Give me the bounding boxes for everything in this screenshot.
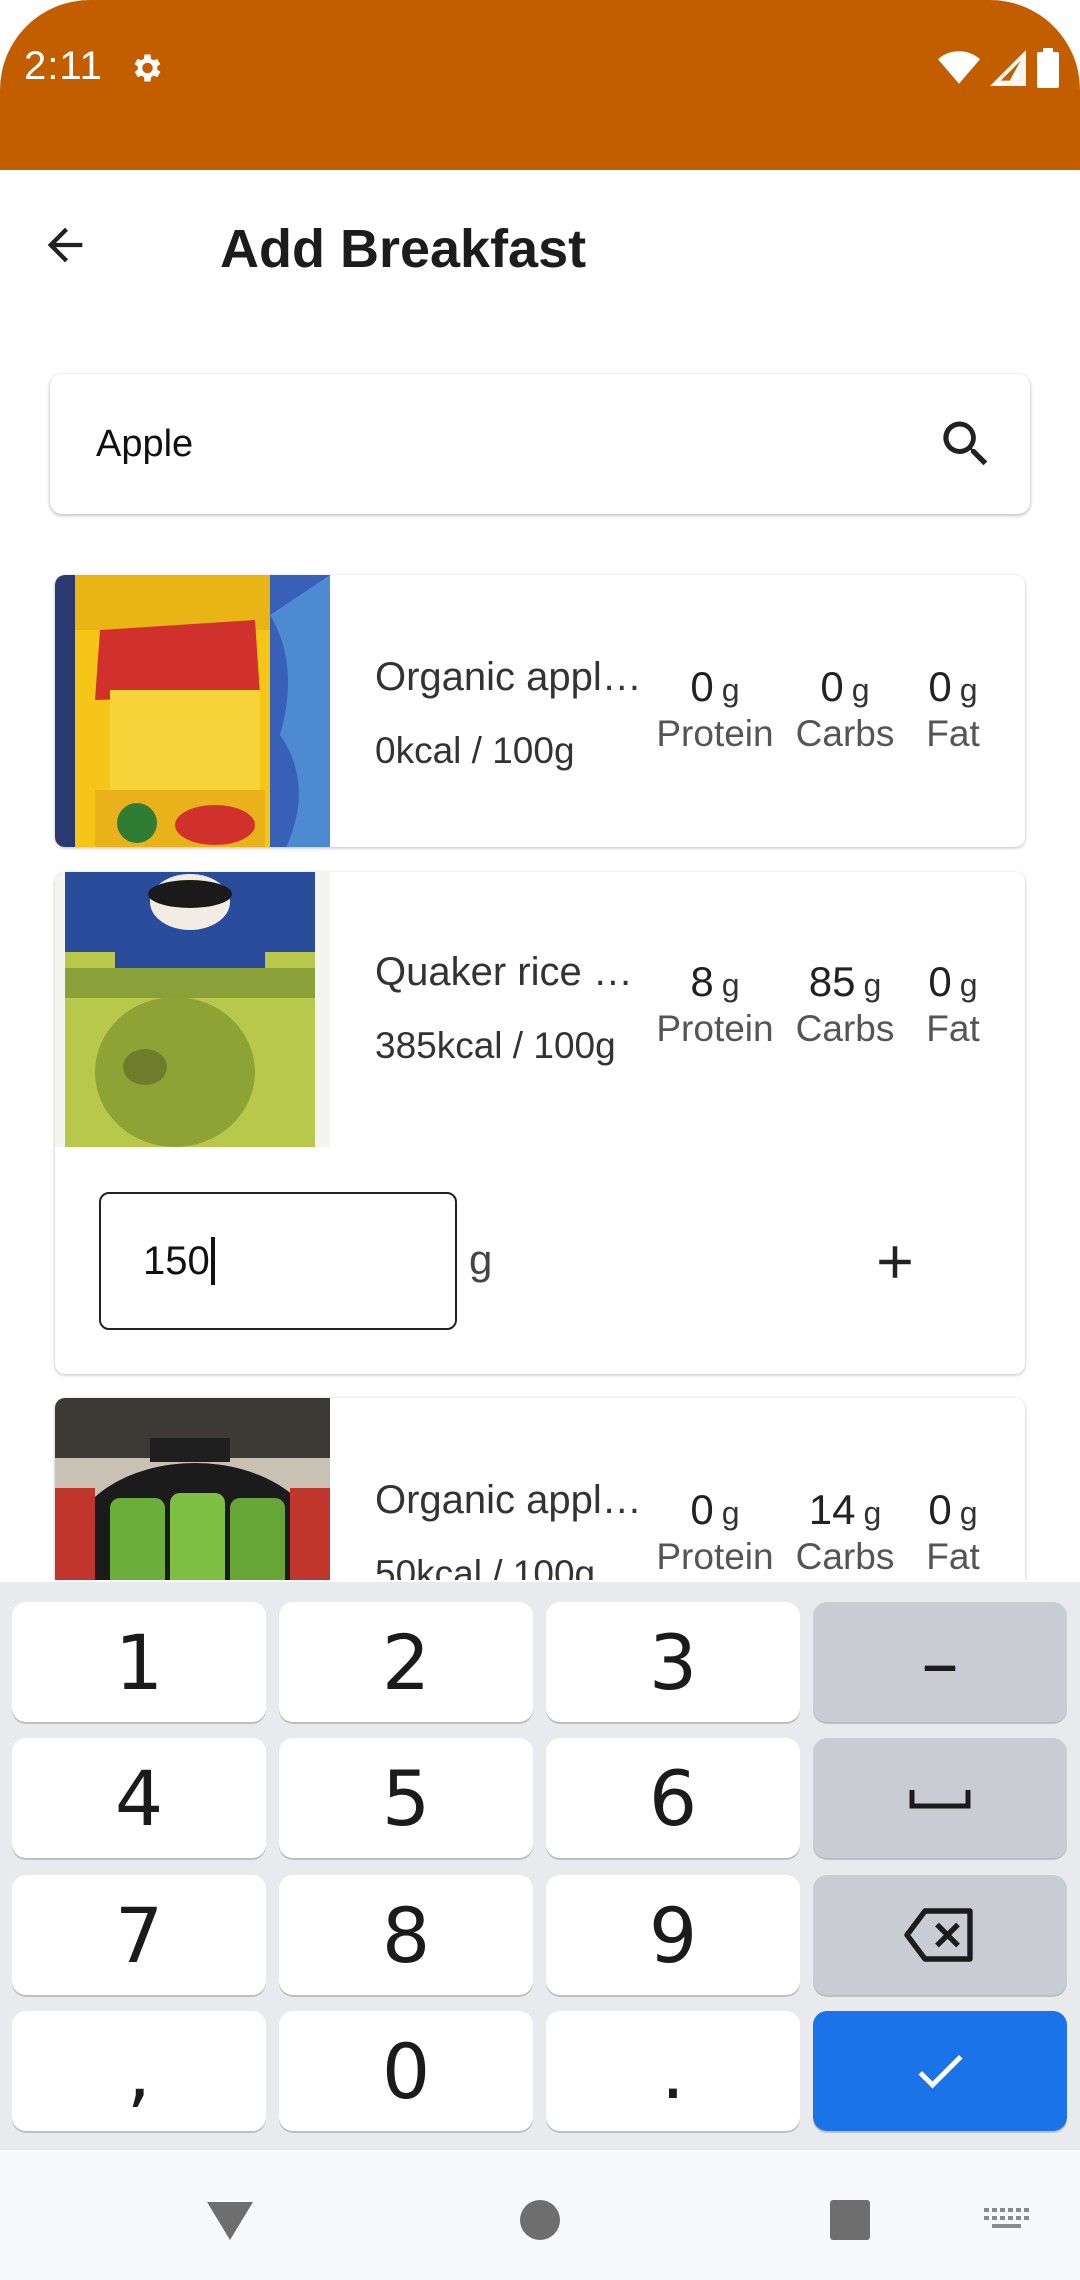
system-nav-bar: [0, 2150, 1080, 2280]
macro-label: Fat: [926, 713, 980, 754]
home-circle-icon: [520, 2200, 560, 2240]
key-7[interactable]: 7: [12, 1875, 266, 1995]
macro-protein: 8g Protein: [650, 958, 780, 1050]
macro-unit: g: [721, 967, 740, 1003]
product-kcal: 0kcal / 100g: [375, 730, 575, 771]
product-kcal: 50kcal / 100g: [375, 1553, 596, 1580]
macro-unit: g: [959, 967, 978, 1003]
search-icon[interactable]: [936, 414, 996, 474]
space-key[interactable]: [813, 1738, 1067, 1858]
done-key[interactable]: [813, 2011, 1067, 2131]
macro-carbs: 0g Carbs: [795, 663, 895, 755]
product-name: Quaker rice …: [375, 950, 633, 994]
macro-unit: g: [959, 1495, 978, 1531]
product-card-expanded[interactable]: Quaker rice … 385kcal / 100g 8g Protein …: [55, 872, 1025, 1374]
key-period[interactable]: .: [546, 2011, 800, 2131]
key-2[interactable]: 2: [279, 1602, 533, 1722]
product-name: Organic appl…: [375, 655, 642, 699]
quantity-unit: g: [469, 1236, 493, 1283]
macro-value: 0: [690, 663, 714, 710]
apple-cider-vinegar-photo: [55, 575, 330, 847]
macro-value: 8: [690, 958, 714, 1005]
applesauce-pouches-photo: [55, 1398, 330, 1580]
quantity-value: 150: [143, 1238, 210, 1283]
gear-icon: [134, 54, 161, 82]
key-9[interactable]: 9: [546, 1875, 800, 1995]
product-card[interactable]: Organic appl… 0kcal / 100g 0g Protein 0g…: [55, 575, 1025, 847]
nav-back-button[interactable]: [200, 2190, 260, 2250]
quantity-input[interactable]: 150: [99, 1192, 457, 1330]
nav-recents-button[interactable]: [820, 2190, 880, 2250]
key-5[interactable]: 5: [279, 1738, 533, 1858]
macro-value: 0: [928, 958, 952, 1005]
macro-label: Protein: [656, 1008, 774, 1049]
space-bar-icon: [909, 1790, 971, 1809]
macro-carbs: 14 g Carbs: [795, 1486, 895, 1578]
key-3[interactable]: 3: [546, 1602, 800, 1722]
keyboard-switch-icon: [984, 2208, 1029, 2228]
minus-key[interactable]: –: [813, 1602, 1067, 1722]
macro-unit: g: [863, 1495, 882, 1531]
macro-value: 85: [808, 958, 856, 1005]
back-triangle-icon: [207, 2202, 253, 2240]
macro-unit: g: [863, 967, 882, 1003]
macro-fat: 0g Fat: [913, 958, 993, 1050]
macro-unit: g: [721, 672, 740, 708]
macro-label: Protein: [656, 713, 774, 754]
macro-label: Carbs: [795, 1008, 895, 1049]
status-bar: 2:11: [0, 0, 1080, 170]
backspace-key[interactable]: [813, 1875, 1067, 1995]
macro-value: 14: [808, 1486, 856, 1533]
product-kcal: 385kcal / 100g: [375, 1025, 616, 1066]
macro-protein: 0g Protein: [650, 1486, 780, 1578]
macro-value: 0: [690, 1486, 714, 1533]
macro-label: Carbs: [795, 713, 895, 754]
battery-icon: [1037, 48, 1059, 88]
keyboard-switch-button[interactable]: [976, 2190, 1036, 2250]
signal-icon: [990, 50, 1026, 86]
macro-unit: g: [851, 672, 870, 708]
key-comma[interactable]: ,: [12, 2011, 266, 2131]
key-8[interactable]: 8: [279, 1875, 533, 1995]
macro-label: Fat: [926, 1536, 980, 1577]
product-list[interactable]: Organic appl… 0kcal / 100g 0g Protein 0g…: [0, 560, 1080, 1580]
product-card[interactable]: Organic appl… 50kcal / 100g 0g Protein 1…: [55, 1398, 1025, 1580]
search-input[interactable]: [94, 414, 894, 474]
macro-label: Fat: [926, 1008, 980, 1049]
macro-carbs: 85 g Carbs: [795, 958, 895, 1050]
key-1[interactable]: 1: [12, 1602, 266, 1722]
macro-unit: g: [959, 672, 978, 708]
page-title: Add Breakfast: [220, 219, 587, 279]
arrow-back-icon: [47, 227, 83, 263]
macro-protein: 0g Protein: [650, 663, 780, 755]
macro-value: 0: [820, 663, 844, 710]
key-0[interactable]: 0: [279, 2011, 533, 2131]
macro-label: Protein: [656, 1536, 774, 1577]
plus-icon: [879, 1246, 911, 1278]
search-box[interactable]: [50, 374, 1030, 514]
status-time: 2:11: [24, 44, 103, 88]
status-icons: [938, 48, 1060, 88]
recents-square-icon: [830, 2200, 870, 2240]
quaker-package-photo: [55, 872, 330, 1147]
macro-label: Carbs: [795, 1536, 895, 1577]
wifi-icon: [938, 51, 980, 84]
key-6[interactable]: 6: [546, 1738, 800, 1858]
macro-fat: 0g Fat: [913, 1486, 993, 1578]
key-4[interactable]: 4: [12, 1738, 266, 1858]
macro-unit: g: [721, 1495, 740, 1531]
text-caret: [210, 1237, 215, 1285]
add-button[interactable]: [855, 1222, 935, 1302]
check-icon: [918, 2055, 963, 2089]
back-button[interactable]: [30, 210, 100, 280]
backspace-icon: [904, 1908, 973, 1962]
app-bar: Add Breakfast: [0, 170, 1080, 330]
numeric-keyboard: 1 2 3 – 4 5 6 7 8 9 , 0 .: [0, 1582, 1080, 2150]
macro-fat: 0g Fat: [913, 663, 993, 755]
product-name: Organic appl…: [375, 1478, 642, 1522]
macro-value: 0: [928, 663, 952, 710]
macro-value: 0: [928, 1486, 952, 1533]
nav-home-button[interactable]: [510, 2190, 570, 2250]
